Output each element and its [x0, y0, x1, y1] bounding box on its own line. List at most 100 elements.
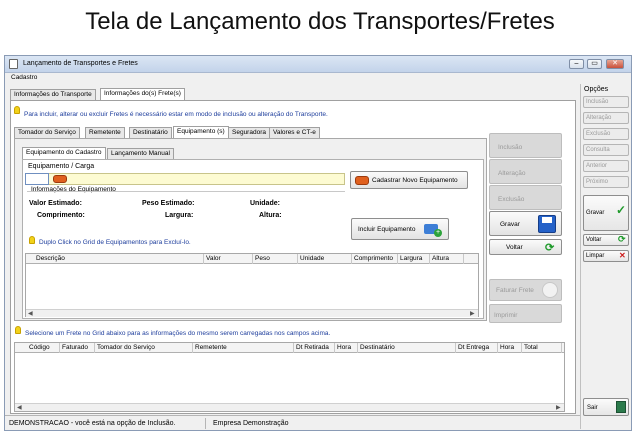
refresh-icon: ⟳ — [545, 242, 555, 254]
col-codigo[interactable]: Código — [27, 343, 60, 353]
menu-bar: Cadastro — [5, 73, 631, 84]
incluir-equipamento-label: Incluir Equipamento — [358, 226, 416, 233]
close-button[interactable]: ✕ — [606, 59, 624, 69]
hint-bulb-icon — [14, 106, 20, 114]
tab-valores-cte[interactable]: Valores e CT-e — [269, 127, 320, 138]
equipamentos-grid[interactable]: Descrição Valor Peso Unidade Comprimento… — [25, 253, 479, 317]
side-voltar-button[interactable]: Voltar ⟳ — [583, 234, 629, 246]
equipamento-code-input[interactable] — [25, 173, 49, 185]
tab-equipamento-cadastro[interactable]: Equipamento do Cadastro — [22, 147, 106, 159]
imprimir-button[interactable]: Imprimir — [489, 304, 562, 323]
options-sidebar: Opções Inclusão Alteração Exclusão Consu… — [580, 84, 630, 429]
side-limpar-button[interactable]: Limpar ✕ — [583, 250, 629, 262]
col-destinatario[interactable]: Destinatário — [358, 343, 456, 353]
hint-top: Para incluir, alterar ou excluir Fretes … — [24, 111, 328, 118]
select-hint-bulb-icon — [15, 326, 21, 334]
col-valor[interactable]: Valor — [204, 254, 253, 264]
fretes-scroll-right-icon[interactable]: ▶ — [556, 404, 561, 411]
info-equipamento-group — [27, 191, 345, 231]
exclusao-button[interactable]: Exclusão — [489, 185, 562, 210]
equipamento-carga-field[interactable] — [25, 173, 345, 185]
side-anterior-button[interactable]: Anterior — [583, 160, 629, 172]
fretes-grid-header: Código Faturado Tomador do Serviço Remet… — [15, 343, 564, 353]
faturar-label: Faturar Frete — [496, 287, 534, 294]
fretes-grid[interactable]: Código Faturado Tomador do Serviço Remet… — [14, 342, 565, 412]
voltar-label: Voltar — [506, 244, 523, 251]
side-gravar-button[interactable]: Gravar ✓ — [583, 195, 629, 231]
exit-door-icon — [616, 401, 626, 413]
lookup-icon[interactable] — [53, 175, 67, 183]
faturar-icon — [542, 282, 558, 298]
side-limpar-label: Limpar — [586, 253, 605, 259]
side-exclusao-button[interactable]: Exclusão — [583, 128, 629, 140]
cadastrar-equipamento-button[interactable]: Cadastrar Novo Equipamento — [350, 171, 468, 189]
col-peso[interactable]: Peso — [253, 254, 298, 264]
col-descricao[interactable]: Descrição — [34, 254, 204, 264]
tab-seguradora[interactable]: Seguradora — [228, 127, 270, 138]
scroll-left-icon[interactable]: ◀ — [28, 310, 33, 317]
equipamento-carga-label: Equipamento / Carga — [28, 163, 95, 170]
fretes-panel: Para incluir, alterar ou excluir Fretes … — [10, 100, 576, 414]
status-bar: DEMONSTRACAO - você está na opção de Inc… — [5, 415, 580, 430]
fretes-scroll-left-icon[interactable]: ◀ — [17, 404, 22, 411]
col-unidade[interactable]: Unidade — [298, 254, 352, 264]
side-voltar-label: Voltar — [586, 237, 602, 243]
col-altura[interactable]: Altura — [430, 254, 464, 264]
status-mode: DEMONSTRACAO - você está na opção de Inc… — [9, 420, 176, 427]
tab-informacoes-transporte[interactable]: Informações do Transporte — [10, 89, 96, 100]
options-title: Opções — [584, 86, 609, 93]
window-title: Lançamento de Transportes e Fretes — [23, 60, 138, 67]
voltar-button[interactable]: Voltar ⟳ — [489, 239, 562, 255]
faturar-frete-button[interactable]: Faturar Frete — [489, 279, 562, 301]
side-sair-button[interactable]: Sair — [583, 398, 629, 416]
col-hora-entrega[interactable]: Hora — [498, 343, 522, 353]
col-comprimento[interactable]: Comprimento — [352, 254, 398, 264]
side-proximo-button[interactable]: Próximo — [583, 176, 629, 188]
side-refresh-icon: ⟳ — [618, 234, 626, 244]
col-dt-retirada[interactable]: Dt Retirada — [294, 343, 335, 353]
double-click-bulb-icon — [29, 236, 35, 244]
tab-informacoes-fretes[interactable]: Informações do(s) Frete(s) — [100, 88, 185, 100]
tab-tomador[interactable]: Tomador do Serviço — [14, 127, 80, 138]
tab-remetente[interactable]: Remetente — [85, 127, 125, 138]
gravar-button[interactable]: Gravar — [489, 211, 562, 236]
hint-duplo-click: Duplo Click no Grid de Equipamentos para… — [39, 239, 191, 246]
valor-estimado-label: Valor Estimado: — [29, 200, 82, 207]
alteracao-button[interactable]: Alteração — [489, 159, 562, 184]
side-sair-label: Sair — [587, 405, 598, 411]
hint-bottom: Selecione um Frete no Grid abaixo para a… — [25, 330, 331, 337]
unidade-label: Unidade: — [250, 200, 280, 207]
minimize-button[interactable]: – — [569, 59, 584, 69]
equipamentos-hscrollbar[interactable]: ◀ ▶ — [26, 309, 478, 317]
col-largura[interactable]: Largura — [398, 254, 430, 264]
menu-cadastro[interactable]: Cadastro — [11, 74, 37, 81]
app-icon — [9, 59, 18, 69]
equipamentos-grid-header: Descrição Valor Peso Unidade Comprimento… — [26, 254, 478, 264]
col-remetente[interactable]: Remetente — [193, 343, 294, 353]
maximize-button[interactable]: ▭ — [587, 59, 602, 69]
fretes-hscrollbar[interactable]: ◀ ▶ — [15, 403, 564, 411]
scroll-right-icon[interactable]: ▶ — [470, 310, 475, 317]
equipamento-cadastro-panel: Equipamento / Carga Informações do Equip… — [22, 159, 484, 319]
tab-destinatario[interactable]: Destinatário — [129, 127, 172, 138]
status-divider — [205, 418, 206, 429]
equipamentos-panel: Equipamento do Cadastro Lançamento Manua… — [14, 138, 487, 321]
col-total[interactable]: Total — [522, 343, 562, 353]
checkmark-icon: ✓ — [616, 203, 627, 217]
col-hora-retirada[interactable]: Hora — [335, 343, 358, 353]
col-faturado[interactable]: Faturado — [60, 343, 95, 353]
side-alteracao-button[interactable]: Alteração — [583, 112, 629, 124]
altura-label: Altura: — [259, 212, 282, 219]
save-disk-icon — [538, 215, 556, 233]
x-icon: ✕ — [619, 251, 626, 260]
app-window: Lançamento de Transportes e Fretes – ▭ ✕… — [4, 55, 632, 431]
tab-equipamentos[interactable]: Equipamento (s) — [173, 126, 229, 138]
side-inclusao-button[interactable]: Inclusão — [583, 96, 629, 108]
inclusao-button[interactable]: Inclusão — [489, 133, 562, 158]
col-dt-entrega[interactable]: Dt Entrega — [456, 343, 498, 353]
largura-label: Largura: — [165, 212, 194, 219]
side-consulta-button[interactable]: Consulta — [583, 144, 629, 156]
col-tomador[interactable]: Tomador do Serviço — [95, 343, 193, 353]
incluir-equipamento-button[interactable]: Incluir Equipamento + — [351, 218, 449, 240]
tab-lancamento-manual[interactable]: Lançamento Manual — [107, 148, 174, 159]
